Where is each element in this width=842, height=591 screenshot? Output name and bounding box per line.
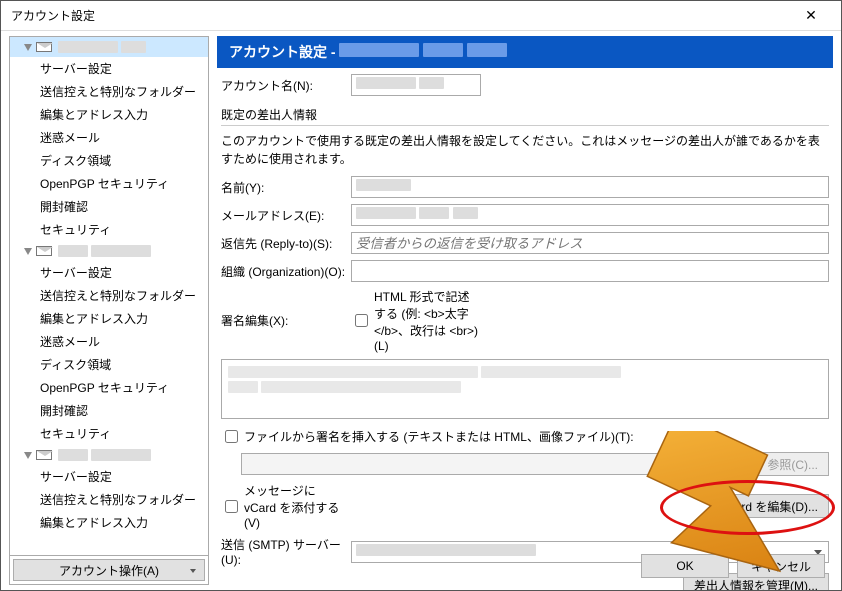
- browse-button[interactable]: 参照(C)...: [756, 452, 829, 476]
- account-node[interactable]: [10, 37, 208, 57]
- tree-item[interactable]: 送信控えと特別なフォルダー: [10, 284, 208, 307]
- account-node[interactable]: [10, 445, 208, 465]
- account-name-label: アカウント名(N):: [221, 77, 351, 94]
- tree-item[interactable]: OpenPGP セキュリティ: [10, 376, 208, 399]
- close-button[interactable]: ✕: [791, 1, 831, 31]
- tree-item[interactable]: 迷惑メール: [10, 330, 208, 353]
- main-panel: アカウント設定 - アカウント名(N): 既定の差出人情報 このアカウントで使用…: [214, 31, 841, 590]
- mail-icon: [36, 42, 52, 52]
- chevron-down-icon: [24, 452, 32, 459]
- tree-item[interactable]: セキュリティ: [10, 218, 208, 241]
- ok-button[interactable]: OK: [641, 554, 729, 578]
- tree-item[interactable]: 編集とアドレス入力: [10, 511, 208, 534]
- tree-item[interactable]: 送信控えと特別なフォルダー: [10, 488, 208, 511]
- sig-html-checkbox[interactable]: [355, 314, 368, 327]
- name-label: 名前(Y):: [221, 179, 351, 196]
- window-title: アカウント設定: [11, 7, 791, 24]
- tree-item[interactable]: 開封確認: [10, 399, 208, 422]
- account-tree-sidebar: サーバー設定 送信控えと特別なフォルダー 編集とアドレス入力 迷惑メール ディス…: [9, 36, 209, 585]
- edit-vcard-button[interactable]: vCard を編集(D)...: [709, 494, 829, 518]
- smtp-label: 送信 (SMTP) サーバー(U):: [221, 536, 351, 567]
- replyto-input[interactable]: [351, 232, 829, 254]
- mail-icon: [36, 450, 52, 460]
- signature-textarea[interactable]: [221, 359, 829, 419]
- org-input[interactable]: [351, 260, 829, 282]
- tree-item[interactable]: OpenPGP セキュリティ: [10, 172, 208, 195]
- email-input[interactable]: [351, 204, 829, 226]
- dialog-button-row: OK キャンセル: [641, 554, 825, 578]
- tree-item[interactable]: ディスク領域: [10, 149, 208, 172]
- account-name-input[interactable]: [351, 74, 481, 96]
- sig-html-checkbox-wrap[interactable]: HTML 形式で記述する (例: <b>太字</b>、改行は <br>)(L): [351, 288, 481, 353]
- account-operations-button[interactable]: アカウント操作(A): [13, 559, 205, 581]
- tree-item[interactable]: 送信控えと特別なフォルダー: [10, 80, 208, 103]
- signature-label: 署名編集(X):: [221, 312, 351, 329]
- default-identity-heading: 既定の差出人情報: [221, 106, 829, 123]
- sig-file-checkbox-wrap[interactable]: ファイルから署名を挿入する (テキストまたは HTML、画像ファイル)(T):: [221, 427, 829, 446]
- tree-item[interactable]: セキュリティ: [10, 422, 208, 445]
- account-name-row: アカウント名(N):: [221, 74, 829, 96]
- close-icon: ✕: [805, 7, 817, 24]
- tree-item[interactable]: サーバー設定: [10, 57, 208, 80]
- account-ops-bar: アカウント操作(A): [10, 555, 208, 584]
- account-tree[interactable]: サーバー設定 送信控えと特別なフォルダー 編集とアドレス入力 迷惑メール ディス…: [10, 37, 208, 555]
- panel-banner: アカウント設定 -: [217, 36, 833, 68]
- account-label: [58, 449, 88, 461]
- org-label: 組織 (Organization)(O):: [221, 263, 351, 280]
- account-settings-window: アカウント設定 ✕ サーバー設定 送信控えと特別なフォルダー 編集とアドレス入力…: [0, 0, 842, 591]
- tree-item[interactable]: ディスク領域: [10, 353, 208, 376]
- account-node[interactable]: [10, 241, 208, 261]
- replyto-label: 返信先 (Reply-to)(S):: [221, 235, 351, 252]
- chevron-down-icon: [24, 44, 32, 51]
- mail-icon: [36, 246, 52, 256]
- dialog-body: サーバー設定 送信控えと特別なフォルダー 編集とアドレス入力 迷惑メール ディス…: [1, 31, 841, 590]
- tree-item[interactable]: 編集とアドレス入力: [10, 307, 208, 330]
- sig-file-path-input: [241, 453, 750, 475]
- tree-item[interactable]: サーバー設定: [10, 261, 208, 284]
- vcard-checkbox[interactable]: [225, 500, 238, 513]
- cancel-button[interactable]: キャンセル: [737, 554, 825, 578]
- chevron-down-icon: [24, 248, 32, 255]
- sig-file-checkbox[interactable]: [225, 430, 238, 443]
- tree-item[interactable]: サーバー設定: [10, 465, 208, 488]
- name-input[interactable]: [351, 176, 829, 198]
- tree-item[interactable]: 迷惑メール: [10, 126, 208, 149]
- tree-item[interactable]: 編集とアドレス入力: [10, 103, 208, 126]
- titlebar: アカウント設定 ✕: [1, 1, 841, 31]
- email-label: メールアドレス(E):: [221, 207, 351, 224]
- account-label: [58, 41, 118, 53]
- account-label: [58, 245, 88, 257]
- tree-item[interactable]: 開封確認: [10, 195, 208, 218]
- default-identity-desc: このアカウントで使用する既定の差出人情報を設定してください。これはメッセージの差…: [221, 132, 829, 168]
- vcard-checkbox-wrap[interactable]: メッセージに vCard を添付する(V): [221, 482, 351, 530]
